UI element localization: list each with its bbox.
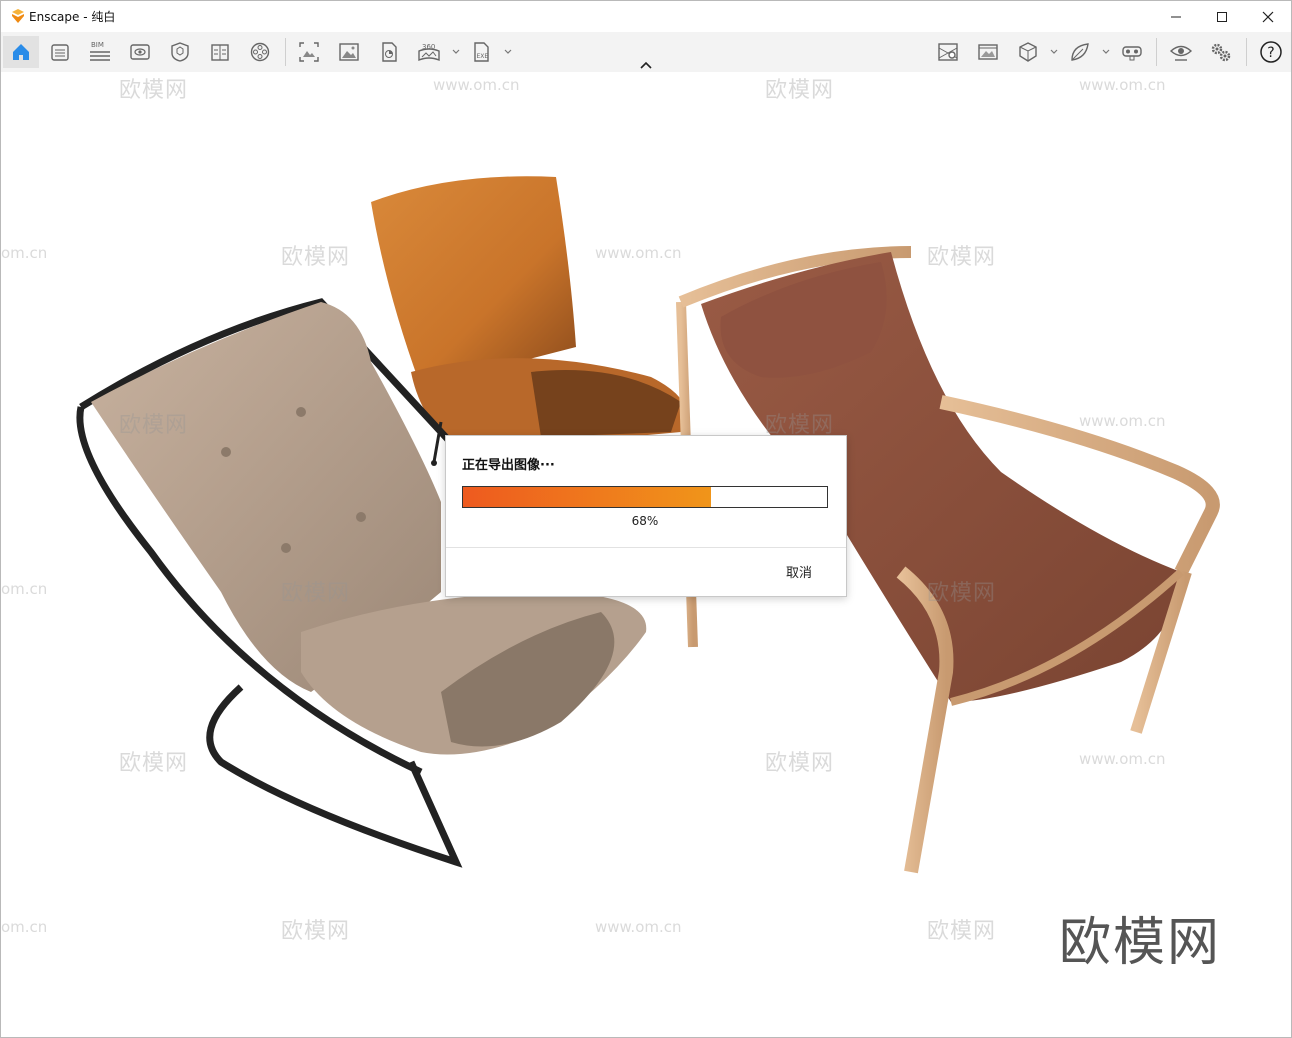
watermark-url: www.om.cn [1079,750,1166,768]
watermark-brand: 欧模网 [281,245,351,270]
image-stack-button[interactable] [970,36,1006,68]
watermark-url: om.cn [1,244,48,262]
watermark-brand: 欧模网 [765,78,835,103]
progress-bar [462,486,828,508]
watermark-brand: 欧模网 [281,919,351,944]
visual-settings-icon [130,44,150,60]
screenshot-icon [299,42,319,62]
export-progress-dialog: 正在导出图像··· 68% 取消 [445,435,847,597]
eye-icon [1169,45,1193,61]
batch-render-button[interactable] [371,36,407,68]
watermark-url: www.om.cn [595,244,682,262]
toolbar-separator [285,38,286,66]
watermark-url: om.cn [1,918,48,936]
vr-button[interactable] [1114,36,1150,68]
panorama-button[interactable]: 360 [411,36,447,68]
settings-button[interactable] [1203,36,1239,68]
map-icon [938,43,958,61]
video-editor-button[interactable] [242,36,278,68]
svg-text:EXE: EXE [477,53,489,60]
dialog-divider [446,547,846,548]
views-icon [51,44,69,61]
material-editor-button[interactable] [202,36,238,68]
watermark-brand: 欧模网 [119,78,189,103]
screenshot-button[interactable] [291,36,327,68]
dialog-title: 正在导出图像··· [462,458,555,473]
cube-button[interactable] [1010,36,1046,68]
app-window: Enscape - 纯白 BIM 360 EXE ? 欧模网 www.om.cn… [0,0,1292,1038]
watermark-url: om.cn [1,580,48,598]
watermark-url: www.om.cn [1079,412,1166,430]
enscape-logo-icon [12,9,24,23]
image-icon [339,43,359,61]
home-icon [13,44,29,60]
progress-percent: 68% [631,514,659,528]
chevron-down-icon[interactable] [503,47,513,57]
help-button[interactable]: ? [1253,36,1289,68]
toolbar-separator [1156,38,1157,66]
watermark-brand: 欧模网 [281,581,351,606]
chevron-down-icon[interactable] [451,47,461,57]
maximize-icon [1217,11,1227,22]
panorama-360-icon: 360 [418,43,440,62]
asset-library-button[interactable] [162,36,198,68]
asset-leaf-icon [1071,43,1089,61]
settings-gears-icon [1211,43,1231,62]
vr-headset-icon [1122,46,1142,61]
watermark-brand: 欧模网 [927,581,997,606]
render-settings-icon [250,42,270,62]
image-stack-icon [978,44,998,60]
export-exe-icon: EXE [474,42,489,62]
book-icon [211,44,229,61]
watermark-url: www.om.cn [1079,76,1166,94]
views-button[interactable] [42,36,78,68]
visual-settings-button[interactable] [122,36,158,68]
close-button[interactable] [1245,1,1291,32]
bim-button[interactable]: BIM [82,36,118,68]
collapse-toolbar-icon[interactable] [637,59,655,71]
cancel-button[interactable]: 取消 [786,562,812,581]
watermark-brand: 欧模网 [927,919,997,944]
watermark-brand: 欧模网 [119,751,189,776]
help-icon: ? [1260,41,1282,63]
watermark-brand: 欧模网 [119,413,189,438]
visibility-button[interactable] [1163,36,1199,68]
progress-bar-fill [463,487,711,507]
minimize-icon [1171,16,1181,17]
map-button[interactable] [930,36,966,68]
bim-icon: BIM [90,41,110,61]
window-title: Enscape - 纯白 [29,10,116,24]
export-exe-button[interactable]: EXE [464,36,500,68]
maximize-button[interactable] [1199,1,1245,32]
watermark-brand-large: 欧模网 [1059,913,1222,973]
chevron-down-icon[interactable] [1049,47,1059,57]
batch-render-icon [382,42,397,62]
cube-icon [1019,42,1037,62]
chevron-down-icon[interactable] [1101,47,1111,57]
watermark-url: www.om.cn [595,918,682,936]
svg-text:?: ? [1267,45,1274,61]
svg-text:BIM: BIM [91,41,104,49]
toolbar-separator [1246,38,1247,66]
home-button[interactable] [3,36,39,68]
watermark-brand: 欧模网 [765,751,835,776]
render-image-button[interactable] [331,36,367,68]
orange-leather-chair [371,176,687,466]
close-icon [1262,11,1274,22]
cube-shield-icon [171,42,189,62]
watermark-url: www.om.cn [433,76,520,94]
watermark-brand: 欧模网 [927,245,997,270]
minimize-button[interactable] [1153,1,1199,32]
asset-leaf-button[interactable] [1062,36,1098,68]
title-bar: Enscape - 纯白 [1,1,1291,32]
